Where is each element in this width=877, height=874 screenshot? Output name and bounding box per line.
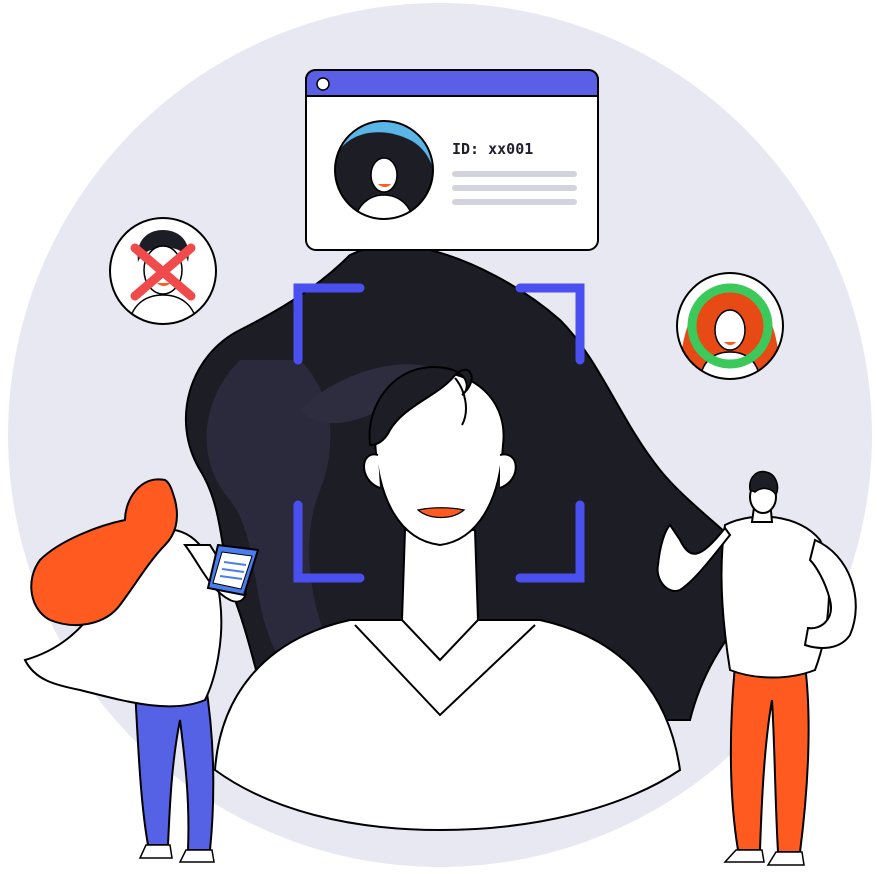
id-card-line-2 (452, 185, 577, 191)
id-card-id-text: ID: xx001 (452, 140, 533, 158)
right-man-legs (729, 664, 810, 853)
id-card-header-dot (316, 77, 330, 91)
id-card-header (305, 69, 599, 97)
id-card-line-3 (452, 199, 577, 205)
right-man-shoe-left (723, 849, 765, 863)
id-card: ID: xx001 (305, 69, 599, 251)
right-man-shoe-right (766, 851, 805, 866)
face-recognition-illustration: ID: xx001 (8, 3, 872, 867)
left-woman-shoe-right (178, 849, 215, 863)
id-card-line-1 (452, 171, 577, 177)
left-woman-shoe-left (138, 844, 173, 859)
right-man-torso (720, 515, 831, 679)
